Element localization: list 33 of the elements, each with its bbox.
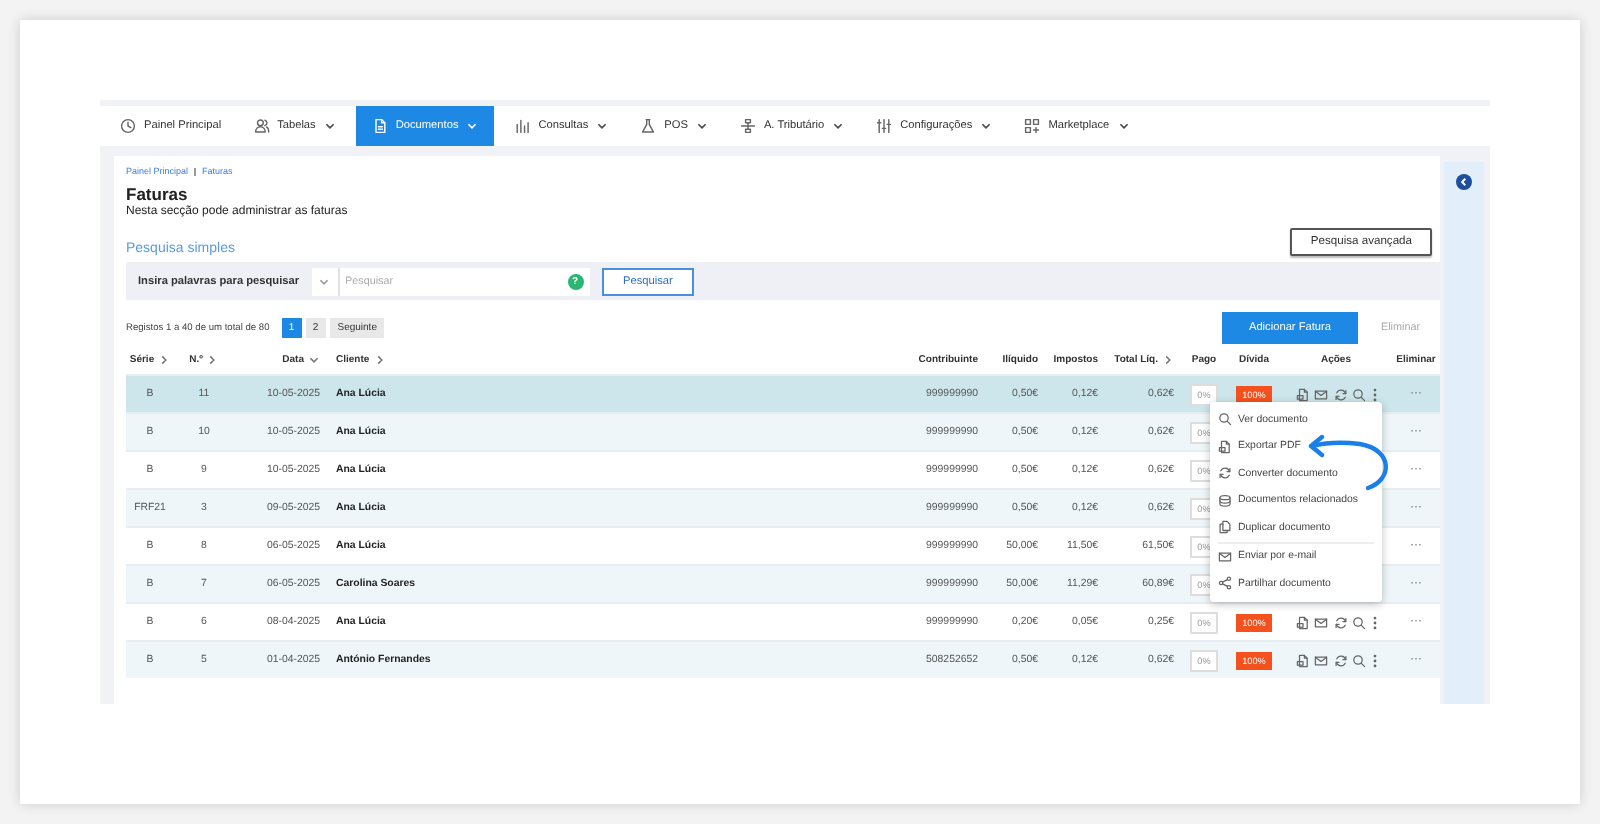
mail-icon bbox=[1314, 615, 1328, 629]
pdf-file-icon bbox=[1295, 653, 1309, 667]
flask-icon bbox=[640, 118, 657, 134]
copy-icon bbox=[1218, 520, 1232, 535]
database-icon bbox=[1218, 493, 1232, 508]
search-icon bbox=[1352, 387, 1366, 401]
collapse-icon[interactable] bbox=[1456, 174, 1472, 190]
pdf-file-icon bbox=[1218, 439, 1232, 454]
pdf-file-icon bbox=[1295, 615, 1309, 629]
refresh-icon bbox=[1333, 387, 1347, 401]
search-icon bbox=[1352, 653, 1366, 667]
refresh-icon bbox=[1333, 653, 1347, 667]
kebab-menu-icon[interactable] bbox=[1371, 387, 1377, 401]
search-icon bbox=[1352, 615, 1366, 629]
kebab-menu-icon[interactable] bbox=[1371, 615, 1377, 629]
kebab-menu-icon[interactable] bbox=[1371, 653, 1377, 667]
grid-icon bbox=[1024, 118, 1041, 134]
bar-chart-icon bbox=[514, 118, 531, 134]
search-icon bbox=[1218, 412, 1232, 427]
mail-icon bbox=[1314, 653, 1328, 667]
share-icon bbox=[1218, 576, 1232, 591]
sliders-icon bbox=[876, 118, 893, 134]
mail-icon bbox=[1314, 387, 1328, 401]
page-title: Faturas bbox=[126, 184, 190, 204]
hierarchy-icon bbox=[739, 118, 756, 134]
people-icon bbox=[253, 118, 270, 134]
document-icon bbox=[371, 118, 388, 134]
caret-icon bbox=[318, 275, 331, 287]
pdf-file-icon bbox=[1295, 387, 1309, 401]
mail-icon bbox=[1218, 549, 1232, 564]
refresh-icon bbox=[1333, 615, 1347, 629]
clock-icon bbox=[120, 118, 136, 134]
refresh-icon bbox=[1218, 466, 1232, 481]
